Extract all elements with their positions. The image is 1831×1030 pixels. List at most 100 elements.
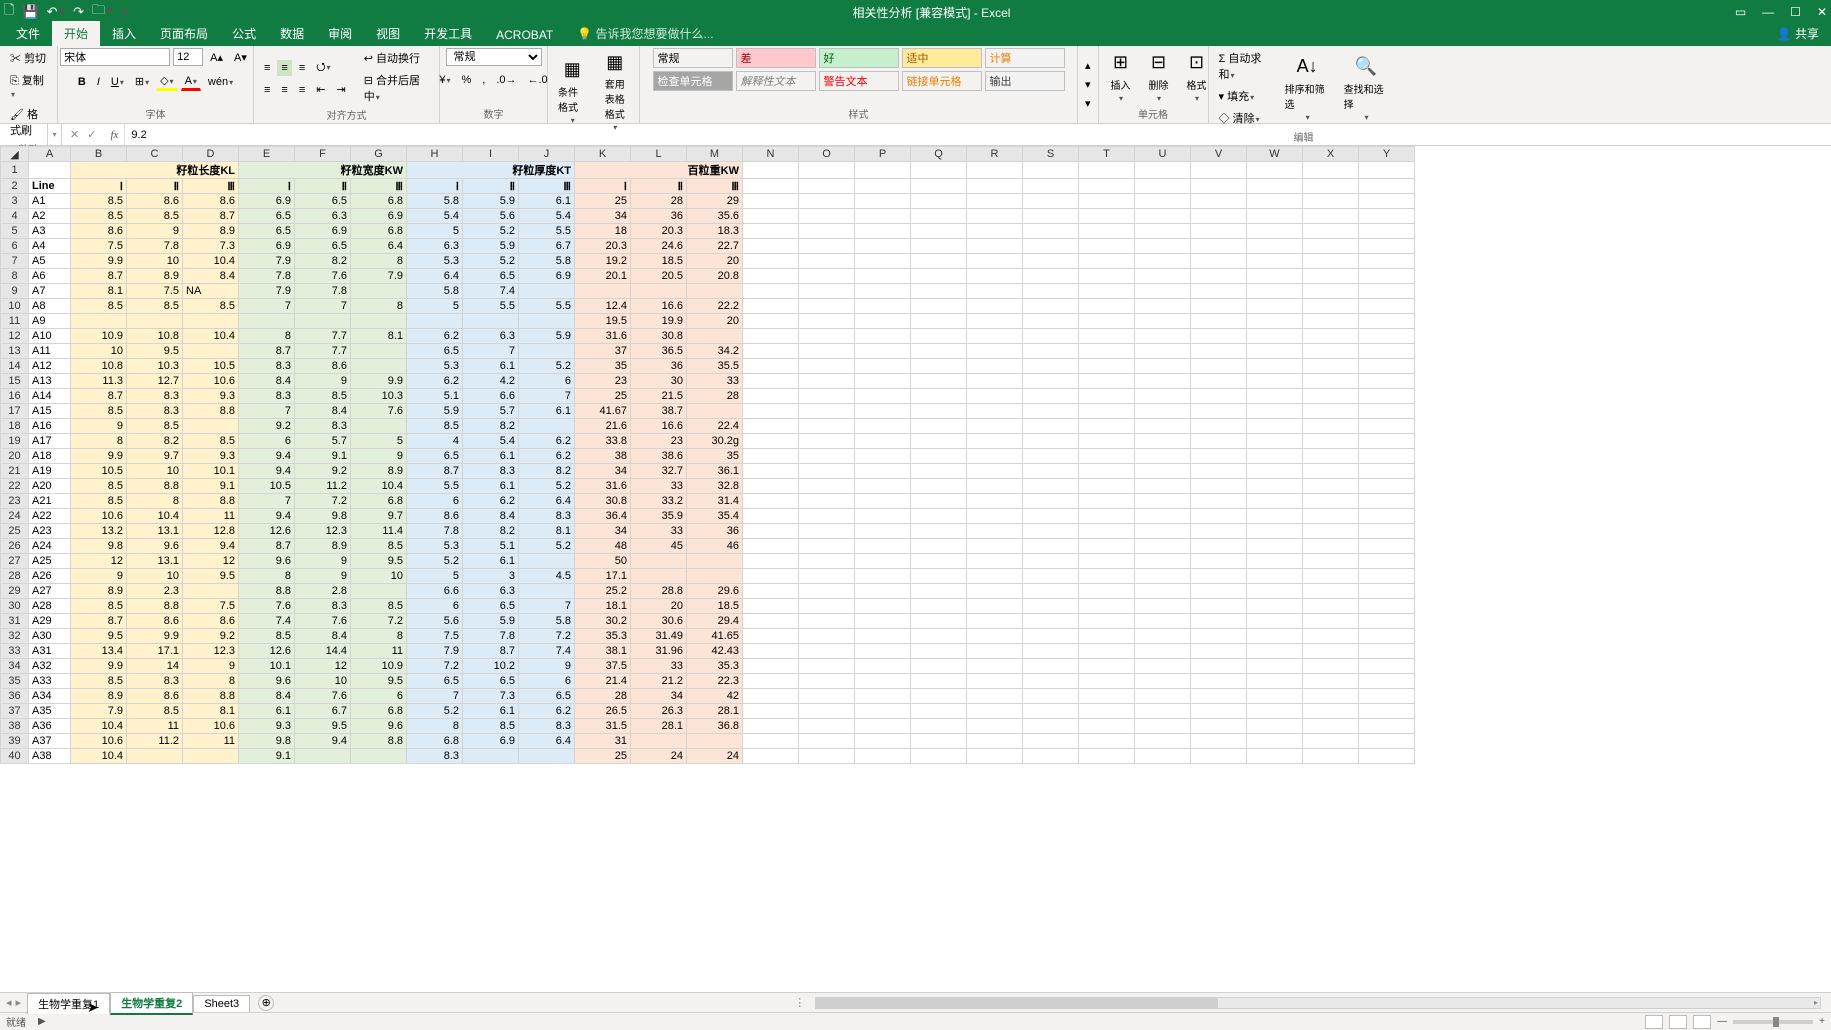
cell-F3[interactable]: 6.5 xyxy=(295,194,351,209)
cell-H4[interactable]: 5.4 xyxy=(407,209,463,224)
cell-H25[interactable]: 7.8 xyxy=(407,524,463,539)
cell-H23[interactable]: 6 xyxy=(407,494,463,509)
cell-J35[interactable]: 6 xyxy=(519,674,575,689)
cell-F40[interactable] xyxy=(295,749,351,764)
find-select-button[interactable]: 🔍查找和选择▾ xyxy=(1340,53,1393,124)
cell-J19[interactable]: 6.2 xyxy=(519,434,575,449)
cell-A33[interactable]: A31 xyxy=(29,644,71,659)
row-header-3[interactable]: 3 xyxy=(1,194,29,209)
cell-H40[interactable]: 8.3 xyxy=(407,749,463,764)
cell-E30[interactable]: 7.6 xyxy=(239,599,295,614)
cell-J28[interactable]: 4.5 xyxy=(519,569,575,584)
cell-B19[interactable]: 8 xyxy=(71,434,127,449)
cell-E33[interactable]: 12.6 xyxy=(239,644,295,659)
row-header-12[interactable]: 12 xyxy=(1,329,29,344)
cell-A10[interactable]: A8 xyxy=(29,299,71,314)
cell-D37[interactable]: 8.1 xyxy=(183,704,239,719)
cell-A18[interactable]: A16 xyxy=(29,419,71,434)
cell-K12[interactable]: 31.6 xyxy=(575,329,631,344)
cell-E32[interactable]: 8.5 xyxy=(239,629,295,644)
row-header-33[interactable]: 33 xyxy=(1,644,29,659)
cell-F38[interactable]: 9.5 xyxy=(295,719,351,734)
cell-C16[interactable]: 8.3 xyxy=(127,389,183,404)
header-kwt[interactable]: 百粒重KW xyxy=(575,162,743,179)
cell-L20[interactable]: 38.6 xyxy=(631,449,687,464)
cell-F11[interactable] xyxy=(295,314,351,329)
row-header-30[interactable]: 30 xyxy=(1,599,29,614)
cell-C34[interactable]: 14 xyxy=(127,659,183,674)
row-header-39[interactable]: 39 xyxy=(1,734,29,749)
cell-H21[interactable]: 8.7 xyxy=(407,464,463,479)
cell-I22[interactable]: 6.1 xyxy=(463,479,519,494)
cell-H6[interactable]: 6.3 xyxy=(407,239,463,254)
row-header-20[interactable]: 20 xyxy=(1,449,29,464)
cell-D6[interactable]: 7.3 xyxy=(183,239,239,254)
cell-G15[interactable]: 9.9 xyxy=(351,374,407,389)
cell-L18[interactable]: 16.6 xyxy=(631,419,687,434)
view-page-layout-icon[interactable] xyxy=(1669,1015,1687,1029)
cell-G35[interactable]: 9.5 xyxy=(351,674,407,689)
qat-save[interactable]: 🗋 xyxy=(4,1,14,23)
cell-K16[interactable]: 25 xyxy=(575,389,631,404)
cell-B35[interactable]: 8.5 xyxy=(71,674,127,689)
cell-K7[interactable]: 19.2 xyxy=(575,254,631,269)
cell-F33[interactable]: 14.4 xyxy=(295,644,351,659)
align-middle-icon[interactable]: ≡ xyxy=(277,60,291,76)
row-header-8[interactable]: 8 xyxy=(1,269,29,284)
cell-M12[interactable] xyxy=(687,329,743,344)
decrease-indent-icon[interactable]: ⇤ xyxy=(312,81,329,98)
cell-H8[interactable]: 6.4 xyxy=(407,269,463,284)
cell-F23[interactable]: 7.2 xyxy=(295,494,351,509)
cell-B20[interactable]: 9.9 xyxy=(71,449,127,464)
cell-A25[interactable]: A23 xyxy=(29,524,71,539)
cell-C36[interactable]: 8.6 xyxy=(127,689,183,704)
cell-K39[interactable]: 31 xyxy=(575,734,631,749)
cell-K4[interactable]: 34 xyxy=(575,209,631,224)
style-normal[interactable]: 常规 xyxy=(653,48,733,68)
cell-D5[interactable]: 8.9 xyxy=(183,224,239,239)
cell-F30[interactable]: 8.3 xyxy=(295,599,351,614)
cell-L26[interactable]: 45 xyxy=(631,539,687,554)
cell-D17[interactable]: 8.8 xyxy=(183,404,239,419)
cell-H11[interactable] xyxy=(407,314,463,329)
cell-F24[interactable]: 9.8 xyxy=(295,509,351,524)
cell-L23[interactable]: 33.2 xyxy=(631,494,687,509)
bold-button[interactable]: B xyxy=(74,74,90,90)
row-header-31[interactable]: 31 xyxy=(1,614,29,629)
cell-M15[interactable]: 33 xyxy=(687,374,743,389)
cell-E6[interactable]: 6.9 xyxy=(239,239,295,254)
cell-A13[interactable]: A11 xyxy=(29,344,71,359)
status-macro-icon[interactable]: ▶ xyxy=(38,1016,46,1027)
cell-L27[interactable] xyxy=(631,554,687,569)
cell-M4[interactable]: 35.6 xyxy=(687,209,743,224)
cell-I38[interactable]: 8.5 xyxy=(463,719,519,734)
cell-I23[interactable]: 6.2 xyxy=(463,494,519,509)
cell-C8[interactable]: 8.9 xyxy=(127,269,183,284)
cell-L32[interactable]: 31.49 xyxy=(631,629,687,644)
cell-D28[interactable]: 9.5 xyxy=(183,569,239,584)
cell-C3[interactable]: 8.6 xyxy=(127,194,183,209)
cell-H34[interactable]: 7.2 xyxy=(407,659,463,674)
cell-C25[interactable]: 13.1 xyxy=(127,524,183,539)
cell-H3[interactable]: 5.8 xyxy=(407,194,463,209)
cell-G33[interactable]: 11 xyxy=(351,644,407,659)
insert-cells-button[interactable]: ⊞插入▾ xyxy=(1105,49,1137,105)
cell-K37[interactable]: 26.5 xyxy=(575,704,631,719)
col-header-C[interactable]: C xyxy=(127,147,183,162)
cell-C29[interactable]: 2.3 xyxy=(127,584,183,599)
cell-K18[interactable]: 21.6 xyxy=(575,419,631,434)
col-header-Q[interactable]: Q xyxy=(911,147,967,162)
percent-format-icon[interactable]: % xyxy=(457,72,475,88)
cell-E5[interactable]: 6.5 xyxy=(239,224,295,239)
cell-M10[interactable]: 22.2 xyxy=(687,299,743,314)
col-header-M[interactable]: M xyxy=(687,147,743,162)
view-page-break-icon[interactable] xyxy=(1693,1015,1711,1029)
cell-J3[interactable]: 6.1 xyxy=(519,194,575,209)
cell-F20[interactable]: 9.1 xyxy=(295,449,351,464)
row-header-11[interactable]: 11 xyxy=(1,314,29,329)
cell-L22[interactable]: 33 xyxy=(631,479,687,494)
cell-M33[interactable]: 42.43 xyxy=(687,644,743,659)
cell-G12[interactable]: 8.1 xyxy=(351,329,407,344)
cell-L39[interactable] xyxy=(631,734,687,749)
cell-M29[interactable]: 29.6 xyxy=(687,584,743,599)
